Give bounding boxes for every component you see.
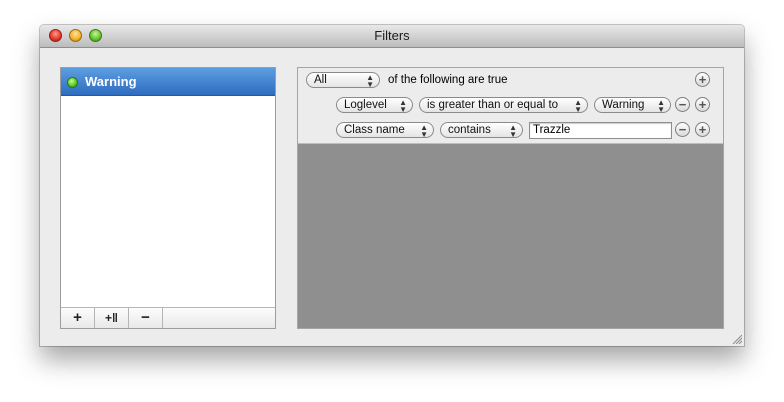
popup-arrows-icon: ▲ ▼ — [574, 98, 582, 114]
add-filter-group-button[interactable]: +‖ — [95, 308, 129, 328]
filter-item-label: Warning — [85, 74, 137, 89]
window-title: Filters — [374, 28, 410, 43]
rule-header-row: All ▲ ▼ of the following are true + — [298, 68, 723, 94]
value-popup[interactable]: Warning ▲ ▼ — [594, 97, 671, 114]
filters-list-toolbar: + +‖ − — [61, 307, 275, 328]
operator-value: is greater than or equal to — [427, 99, 559, 111]
match-mode-text: of the following are true — [388, 74, 508, 86]
value-value: Warning — [602, 99, 645, 111]
filters-list: Warning + +‖ − — [60, 67, 276, 329]
field-value: Loglevel — [344, 99, 387, 111]
operator-popup[interactable]: contains ▲ ▼ — [440, 122, 523, 139]
resize-grip-icon[interactable] — [732, 334, 742, 344]
match-mode-popup[interactable]: All ▲ ▼ — [306, 72, 380, 89]
match-mode-value: All — [314, 74, 327, 86]
add-rule-button[interactable]: + — [695, 72, 710, 87]
popup-arrows-icon: ▲ ▼ — [420, 123, 428, 139]
operator-value: contains — [448, 124, 491, 136]
popup-arrows-icon: ▲ ▼ — [509, 123, 517, 139]
rule-editor: All ▲ ▼ of the following are true + Logle… — [297, 67, 724, 329]
add-rule-button[interactable]: + — [695, 122, 710, 137]
filters-window: Filters Warning + +‖ − All ▲ ▼ of the fol… — [40, 25, 744, 346]
operator-popup[interactable]: is greater than or equal to ▲ ▼ — [419, 97, 588, 114]
field-popup[interactable]: Loglevel ▲ ▼ — [336, 97, 413, 114]
remove-filter-button[interactable]: − — [129, 308, 163, 328]
filter-item-warning[interactable]: Warning — [61, 68, 275, 96]
minimize-window-button[interactable] — [69, 29, 82, 42]
add-filter-button[interactable]: + — [61, 308, 95, 328]
popup-arrows-icon: ▲ ▼ — [399, 98, 407, 114]
add-rule-button[interactable]: + — [695, 97, 710, 112]
remove-rule-button[interactable]: − — [675, 122, 690, 137]
rule-row: Class name ▲ ▼ contains ▲ ▼ Trazzle − + — [298, 118, 723, 144]
zoom-window-button[interactable] — [89, 29, 102, 42]
value-text-field[interactable]: Trazzle — [529, 122, 672, 139]
field-popup[interactable]: Class name ▲ ▼ — [336, 122, 434, 139]
close-window-button[interactable] — [49, 29, 62, 42]
remove-rule-button[interactable]: − — [675, 97, 690, 112]
popup-arrows-icon: ▲ ▼ — [657, 98, 665, 114]
field-value: Class name — [344, 124, 405, 136]
status-dot-icon — [67, 77, 78, 88]
popup-arrows-icon: ▲ ▼ — [366, 73, 374, 89]
title-bar[interactable]: Filters — [40, 25, 744, 48]
rule-row: Loglevel ▲ ▼ is greater than or equal to … — [298, 93, 723, 119]
